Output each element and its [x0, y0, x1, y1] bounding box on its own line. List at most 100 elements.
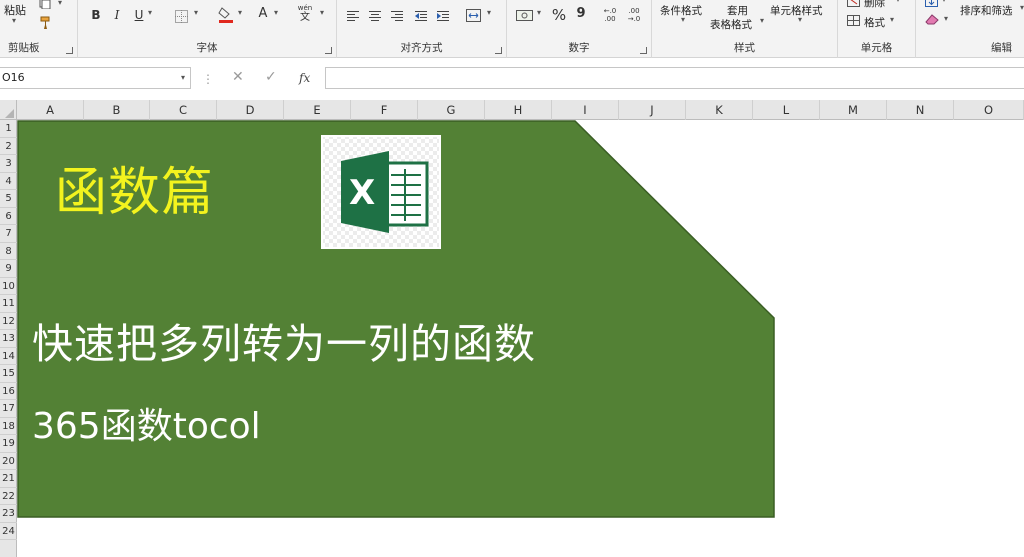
conditional-format-dropdown-icon[interactable]: ▾	[679, 15, 685, 24]
sort-filter-button[interactable]: 排序和筛选	[960, 3, 1013, 18]
fill-color-icon[interactable]	[218, 6, 234, 24]
row-header-15[interactable]: 15	[0, 365, 17, 383]
editing-group: ▾ ▾ 排序和筛选 ▾ 编辑	[916, 0, 1024, 58]
alignment-launcher-icon[interactable]	[495, 47, 502, 54]
font-color-dropdown-icon[interactable]: ▾	[272, 8, 278, 17]
row-header-24[interactable]: 24	[0, 523, 17, 540]
row-header-17[interactable]: 17	[0, 400, 17, 418]
clipboard-launcher-icon[interactable]	[66, 47, 73, 54]
row-header-13[interactable]: 13	[0, 330, 17, 348]
delete-icon[interactable]	[846, 0, 860, 7]
decrease-indent-icon[interactable]	[415, 10, 429, 22]
fill-dropdown-icon[interactable]: ▾	[940, 0, 946, 4]
clear-dropdown-icon[interactable]: ▾	[942, 14, 948, 23]
percent-button[interactable]: %	[551, 6, 567, 24]
font-launcher-icon[interactable]	[325, 47, 332, 54]
formula-bar-splitter-icon[interactable]: ⋮	[202, 72, 214, 86]
number-launcher-icon[interactable]	[640, 47, 647, 54]
row-header-14[interactable]: 14	[0, 348, 17, 365]
column-header-k[interactable]: K	[686, 100, 753, 120]
row-header-9[interactable]: 9	[0, 260, 17, 278]
fill-color-dropdown-icon[interactable]: ▾	[236, 8, 242, 17]
increase-indent-icon[interactable]	[437, 10, 451, 22]
underline-button[interactable]: U	[132, 8, 146, 22]
decrease-decimal-icon[interactable]: .00 →.0	[625, 6, 643, 24]
format-button[interactable]: 格式	[864, 15, 885, 30]
phonetic-dropdown-icon[interactable]: ▾	[318, 8, 324, 17]
insert-function-icon[interactable]: fx	[299, 71, 310, 85]
comma-style-button[interactable]: 9	[575, 6, 587, 21]
merge-center-icon[interactable]	[465, 8, 481, 22]
column-header-c[interactable]: C	[150, 100, 217, 120]
align-right-icon[interactable]	[391, 10, 405, 22]
name-box[interactable]: O16 ▾	[0, 67, 191, 89]
row-header-1[interactable]: 1	[0, 120, 17, 138]
merge-dropdown-icon[interactable]: ▾	[485, 8, 491, 17]
row-header-11[interactable]: 11	[0, 295, 17, 313]
clipboard-group: 粘贴 ▾ ▾ 剪贴板	[0, 0, 78, 58]
copy-dropdown-icon[interactable]: ▾	[56, 0, 62, 7]
column-header-m[interactable]: M	[820, 100, 887, 120]
row-header-4[interactable]: 4	[0, 173, 17, 190]
underline-dropdown-icon[interactable]: ▾	[146, 8, 152, 17]
row-header-3[interactable]: 3	[0, 155, 17, 173]
sort-filter-dropdown-icon[interactable]: ▾	[1018, 3, 1024, 12]
fill-down-icon[interactable]	[924, 0, 938, 7]
paste-dropdown-icon[interactable]: ▾	[10, 16, 16, 25]
clear-eraser-icon[interactable]	[924, 13, 940, 25]
column-header-n[interactable]: N	[887, 100, 954, 120]
italic-button[interactable]: I	[110, 8, 124, 22]
column-header-h[interactable]: H	[485, 100, 552, 120]
cell-styles-dropdown-icon[interactable]: ▾	[796, 15, 802, 24]
border-dropdown-icon[interactable]: ▾	[192, 8, 198, 17]
column-header-d[interactable]: D	[217, 100, 284, 120]
format-painter-icon[interactable]	[38, 14, 54, 30]
column-header-g[interactable]: G	[418, 100, 485, 120]
row-header-6[interactable]: 6	[0, 208, 17, 225]
border-icon[interactable]	[174, 9, 188, 23]
row-header-22[interactable]: 22	[0, 488, 17, 505]
copy-icon[interactable]	[38, 0, 52, 9]
row-header-23[interactable]: 23	[0, 505, 17, 523]
name-box-dropdown-icon[interactable]: ▾	[181, 68, 185, 88]
column-header-i[interactable]: I	[552, 100, 619, 120]
font-color-button[interactable]: A	[256, 6, 270, 21]
phonetic-bottom: 文	[300, 12, 310, 23]
row-header-10[interactable]: 10	[0, 278, 17, 295]
delete-dropdown-icon[interactable]: ▾	[894, 0, 900, 4]
table-format-button[interactable]: 表格格式	[710, 17, 752, 32]
format-cells-icon[interactable]	[846, 14, 860, 26]
accounting-format-icon[interactable]	[515, 8, 533, 22]
row-header-20[interactable]: 20	[0, 453, 17, 470]
table-format-line1[interactable]: 套用	[727, 3, 748, 18]
delete-button[interactable]: 删除	[864, 0, 885, 10]
table-format-dropdown-icon[interactable]: ▾	[758, 16, 764, 25]
column-header-j[interactable]: J	[619, 100, 686, 120]
column-header-f[interactable]: F	[351, 100, 418, 120]
formula-input[interactable]	[325, 67, 1024, 89]
column-header-l[interactable]: L	[753, 100, 820, 120]
row-header-19[interactable]: 19	[0, 435, 17, 453]
column-header-a[interactable]: A	[17, 100, 84, 120]
row-header-8[interactable]: 8	[0, 243, 17, 260]
row-header-12[interactable]: 12	[0, 313, 17, 330]
row-header-21[interactable]: 21	[0, 470, 17, 488]
cancel-icon[interactable]: ✕	[232, 69, 244, 85]
row-header-18[interactable]: 18	[0, 418, 17, 435]
select-all-corner[interactable]	[0, 100, 17, 120]
bold-button[interactable]: B	[88, 8, 104, 22]
accounting-dropdown-icon[interactable]: ▾	[535, 8, 541, 17]
align-left-icon[interactable]	[347, 10, 361, 22]
enter-icon[interactable]: ✓	[265, 69, 277, 85]
column-header-b[interactable]: B	[84, 100, 150, 120]
row-header-7[interactable]: 7	[0, 225, 17, 243]
increase-decimal-icon[interactable]: ←.0 .00	[601, 6, 619, 24]
phonetic-icon[interactable]: wén 文	[296, 4, 314, 23]
column-header-o[interactable]: O	[954, 100, 1024, 120]
format-dropdown-icon[interactable]: ▾	[888, 15, 894, 24]
row-header-5[interactable]: 5	[0, 190, 17, 208]
align-center-icon[interactable]	[369, 10, 383, 22]
row-header-2[interactable]: 2	[0, 138, 17, 155]
row-header-16[interactable]: 16	[0, 383, 17, 400]
column-header-e[interactable]: E	[284, 100, 351, 120]
